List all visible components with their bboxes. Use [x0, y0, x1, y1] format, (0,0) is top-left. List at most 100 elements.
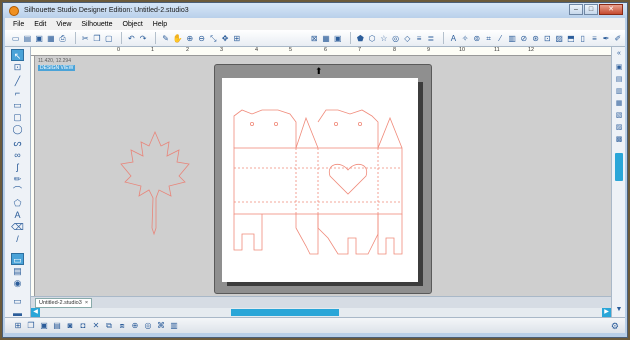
point-edit-icon[interactable]: ⊡ [11, 61, 24, 73]
weld-bottom-icon[interactable]: ⊕ [130, 321, 140, 331]
menu-file[interactable]: File [13, 21, 24, 28]
draw-icon[interactable]: ✎ [161, 33, 170, 44]
settings-gear-icon[interactable]: ⚙ [611, 321, 619, 332]
shadow-icon[interactable]: ⬡ [367, 33, 376, 44]
release-compound-icon[interactable]: ◘ [78, 321, 88, 331]
new-file-icon[interactable]: ▭ [11, 33, 20, 44]
menu-view[interactable]: View [56, 21, 71, 28]
make-compound-icon[interactable]: ◙ [65, 321, 75, 331]
layers-icon[interactable]: ▥ [508, 33, 517, 44]
eraser-icon[interactable]: ⁄ [496, 33, 505, 44]
line-icon[interactable]: ☆ [379, 33, 388, 44]
pencil-tool-icon[interactable]: ✏ [11, 173, 24, 185]
library-panel-icon[interactable]: ▯ [578, 33, 587, 44]
polygon-shape-icon[interactable]: ⬠ [11, 197, 24, 209]
lock-icon[interactable]: ⌘ [156, 321, 166, 331]
media-icon[interactable]: ⊛ [531, 33, 540, 44]
panel-tab-icon[interactable]: ▩ [614, 135, 624, 145]
vertical-scrollbar-thumb[interactable] [615, 153, 623, 181]
group-icon[interactable]: ▣ [39, 321, 49, 331]
line-tool-icon[interactable]: ╱ [11, 75, 24, 87]
horizontal-scrollbar[interactable]: ◀ ▶ [31, 308, 611, 317]
trace-icon[interactable]: ⌗ [484, 33, 493, 44]
tab-untitled-2[interactable]: Untitled-2.studio3 × [35, 298, 93, 308]
transform-icon[interactable]: ≡ [414, 33, 423, 44]
rectangle-tool-icon[interactable]: ▭ [11, 99, 24, 111]
maple-leaf-shape[interactable] [119, 130, 191, 238]
bring-to-front-icon[interactable]: ▥ [169, 321, 179, 331]
panel-tab-icon[interactable]: ▦ [614, 99, 624, 109]
cut-settings-icon[interactable]: ⊘ [519, 33, 528, 44]
delete-icon[interactable]: ✕ [91, 321, 101, 331]
offset-bottom-icon[interactable]: ◎ [143, 321, 153, 331]
weld-icon[interactable]: ≣ [426, 33, 435, 44]
duplicate-icon[interactable]: ❐ [26, 321, 36, 331]
ellipse-tool-icon[interactable]: ◯ [11, 123, 24, 135]
scroll-right-icon[interactable]: ▶ [602, 308, 611, 317]
redo-icon[interactable]: ↷ [138, 33, 147, 44]
library-view-icon[interactable]: ▤ [11, 265, 24, 277]
panel-tab-icon[interactable]: ▧ [614, 111, 624, 121]
horizontal-scrollbar-thumb[interactable] [231, 309, 339, 316]
rounded-rect-tool-icon[interactable]: ▢ [11, 111, 24, 123]
open-icon[interactable]: ▤ [23, 33, 32, 44]
zoom-in-icon[interactable]: ⊕ [185, 33, 194, 44]
send-to-silhouette-icon[interactable]: ⬒ [566, 33, 575, 44]
curve-tool-icon[interactable]: ᔕ [11, 137, 24, 149]
ungroup-icon[interactable]: ▤ [52, 321, 62, 331]
copy-icon[interactable]: ❐ [92, 33, 101, 44]
select-tool-icon[interactable]: ↖ [11, 49, 24, 61]
design-canvas[interactable]: 11.420, 12.294 DESIGN VIEW ⬆ [35, 56, 611, 296]
fill-icon[interactable]: ⬟ [356, 33, 365, 44]
text-tool-icon[interactable]: A [11, 209, 24, 221]
close-button[interactable]: ✕ [599, 4, 623, 15]
panel-tab-icon[interactable]: ▨ [614, 123, 624, 133]
print-cut-icon[interactable]: ⊡ [543, 33, 552, 44]
polygon-tool-icon[interactable]: ⌐ [11, 87, 24, 99]
replicate-icon[interactable]: ◇ [403, 33, 412, 44]
zoom-select-icon[interactable]: ⤡ [209, 33, 218, 44]
select-all-icon[interactable]: ⊞ [13, 321, 23, 331]
menu-object[interactable]: Object [123, 21, 143, 28]
library-icon[interactable]: ▦ [46, 33, 55, 44]
pan-icon[interactable]: ✋ [173, 33, 183, 44]
zoom-out-icon[interactable]: ⊖ [197, 33, 206, 44]
offset-icon[interactable]: ⊚ [472, 33, 481, 44]
zoom-fit-icon[interactable]: ✥ [221, 33, 230, 44]
menu-help[interactable]: Help [153, 21, 167, 28]
menu-edit[interactable]: Edit [34, 21, 46, 28]
tab-close-icon[interactable]: × [85, 299, 88, 307]
grid-icon[interactable]: ▦ [321, 33, 330, 44]
paint-icon[interactable]: ✐ [613, 33, 622, 44]
pen-icon[interactable]: ✒ [602, 33, 611, 44]
store-view-icon[interactable]: ◉ [11, 277, 24, 289]
undo-icon[interactable]: ↶ [127, 33, 136, 44]
scroll-down-icon[interactable]: ▼ [614, 305, 624, 315]
send-backward-icon[interactable]: ⧈ [117, 321, 127, 331]
panel-tab-icon[interactable]: ▣ [614, 63, 624, 73]
save-icon[interactable]: ▣ [35, 33, 44, 44]
text-icon[interactable]: A [449, 33, 458, 44]
panel-toggle-icon[interactable]: ▭ [11, 295, 24, 307]
panel-tab-icon[interactable]: ▤ [614, 75, 624, 85]
minimize-button[interactable]: – [569, 4, 583, 15]
freehand-tool-icon[interactable]: ∞ [11, 149, 24, 161]
panel-tab-icon[interactable]: ▥ [614, 87, 624, 97]
page-setup-icon[interactable]: ⊞ [232, 33, 241, 44]
store-icon[interactable]: ▨ [555, 33, 564, 44]
page-icon[interactable]: ▣ [333, 33, 342, 44]
maximize-button[interactable]: □ [584, 4, 598, 15]
design-view-icon[interactable]: ▭ [11, 253, 24, 265]
arc-tool-icon[interactable]: ⌒ [11, 185, 24, 197]
send-icon[interactable]: ⊠ [310, 33, 319, 44]
gift-box-template-shape[interactable] [222, 78, 418, 282]
collapse-panel-icon[interactable]: « [614, 49, 624, 59]
bring-forward-icon[interactable]: ⧉ [104, 321, 114, 331]
smooth-freehand-icon[interactable]: ʃ [11, 161, 24, 173]
knife-tool-icon[interactable]: / [11, 233, 24, 245]
knife-icon[interactable]: ✧ [461, 33, 470, 44]
paste-icon[interactable]: ▢ [104, 33, 113, 44]
eraser-tool-icon[interactable]: ⌫ [11, 221, 24, 233]
cut-icon[interactable]: ✂ [81, 33, 90, 44]
scroll-left-icon[interactable]: ◀ [31, 308, 40, 317]
